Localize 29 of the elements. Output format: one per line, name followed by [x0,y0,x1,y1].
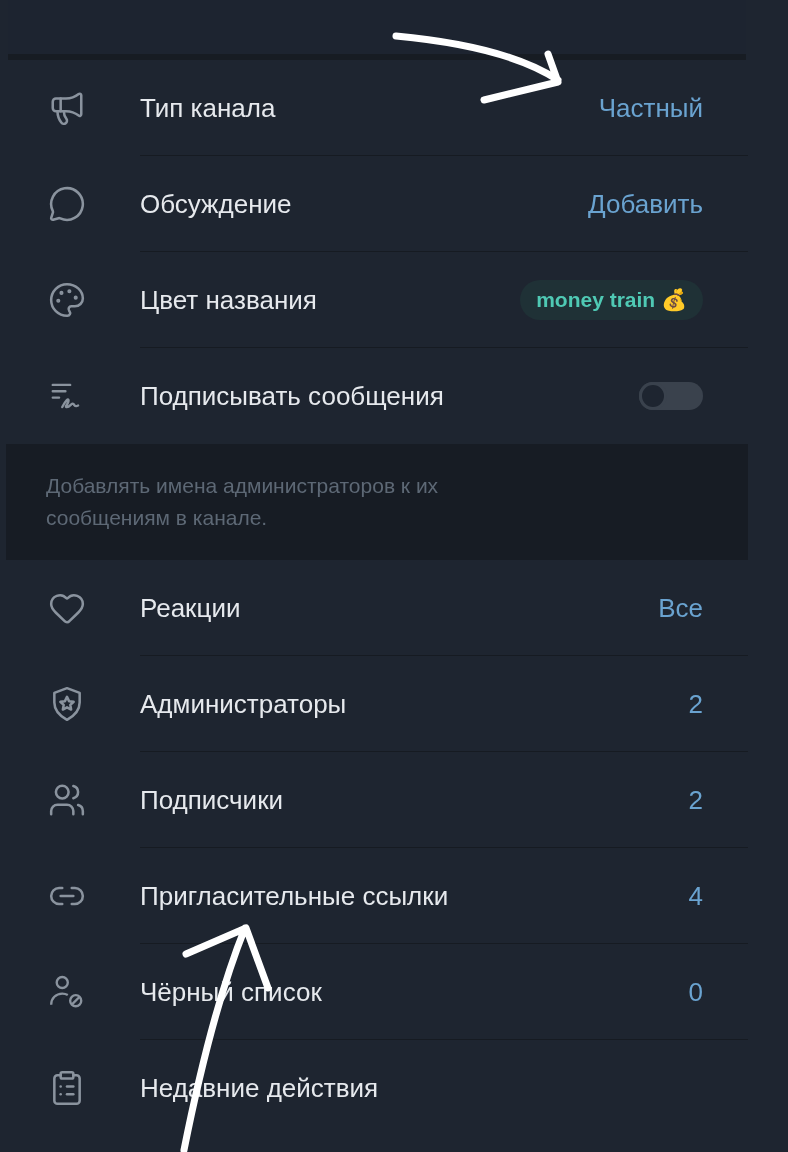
row-value: 2 [688,687,703,721]
row-value: Все [658,591,703,625]
settings-row[interactable]: Реакции Все [0,560,788,656]
palette-icon [48,281,86,319]
row-label: Подписчики [140,783,285,817]
chat-icon [48,185,86,223]
row-value: 2 [688,783,703,817]
row-label: Обсуждение [140,187,293,221]
info-note: Добавлять имена администраторов к их сообщениям в канале. [46,473,440,531]
settings-row[interactable]: Цвет названия money train 💰 [0,252,788,348]
settings-row[interactable]: Пригласительные ссылки 4 [0,848,788,944]
row-value: 0 [688,975,703,1009]
row-label: Администраторы [140,687,348,721]
settings-row[interactable]: Тип канала Частный [0,60,788,156]
settings-row[interactable]: Подписывать сообщения [0,348,788,444]
row-label: Тип канала [140,91,277,125]
row-value: Добавить [588,187,703,221]
row-value: 4 [688,879,703,913]
row-value: Частный [598,91,703,125]
row-label: Пригласительные ссылки [140,879,450,913]
settings-row[interactable]: Администраторы 2 [0,656,788,752]
row-label: Цвет названия [140,283,318,317]
megaphone-icon [48,89,86,127]
settings-row[interactable]: Подписчики 2 [0,752,788,848]
row-label: Подписывать сообщения [140,379,445,413]
toggle-switch[interactable] [639,382,703,410]
settings-row[interactable]: Обсуждение Добавить [0,156,788,252]
name-color-tag: money train 💰 [520,280,703,320]
row-label: Реакции [140,591,242,625]
